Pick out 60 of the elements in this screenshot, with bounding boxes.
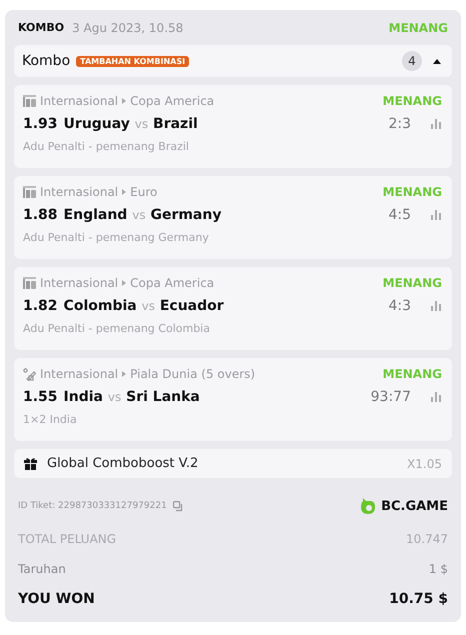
odds: 1.82 — [23, 298, 58, 314]
bet-market: Adu Penalti - pemenang Brazil — [23, 140, 190, 154]
total-value: 10.75 $ — [389, 591, 448, 607]
match-score: 4:3 — [388, 298, 411, 314]
match-teams: Uruguay vs Brazil — [64, 116, 198, 132]
league-name: Copa America — [130, 94, 214, 108]
stats-icon[interactable] — [431, 210, 442, 220]
chevron-icon — [122, 280, 126, 286]
esports-logo-icon — [23, 94, 36, 108]
bc-logo-icon — [361, 498, 376, 514]
bet-type: KOMBO — [18, 21, 64, 34]
match-teams: England vs Germany — [64, 207, 222, 224]
league-path: Internasional — [40, 185, 118, 200]
match-score: 4:5 — [388, 207, 411, 224]
chevron-icon — [122, 371, 126, 378]
cricket-icon — [23, 368, 36, 381]
boost-multiplier: X1.05 — [407, 456, 442, 470]
league-name: Euro — [130, 185, 158, 200]
leg-count: 4 — [402, 51, 422, 72]
total-label: Taruhan — [18, 562, 66, 576]
leg-status: MENANG — [382, 276, 442, 290]
chevron-icon — [122, 189, 126, 196]
bet-date: 3 Agu 2023, 10.58 — [72, 20, 184, 35]
total-label: YOU WON — [18, 591, 95, 607]
gift-icon — [24, 457, 37, 470]
match-score: 2:3 — [388, 116, 411, 132]
stats-icon[interactable] — [431, 119, 442, 130]
total-label: TOTAL PELUANG — [18, 532, 116, 546]
match-score: 93:77 — [370, 389, 411, 406]
odds: 1.93 — [23, 116, 58, 132]
bet-market: 1×2 India — [23, 413, 78, 426]
stats-icon[interactable] — [431, 301, 442, 312]
stats-icon[interactable] — [431, 392, 442, 402]
total-value: 10.747 — [406, 532, 448, 546]
esports-logo-icon — [23, 276, 36, 290]
caret-icon — [432, 58, 442, 64]
bet-market: Adu Penalti - pemenang Germany — [23, 231, 210, 244]
league-name: Copa America — [130, 276, 214, 290]
league-path: Internasional — [40, 276, 118, 290]
ticket-id: ID Tiket: 2298730333127979221 — [18, 501, 167, 511]
brand-name: BC.GAME — [381, 498, 448, 514]
leg-status: MENANG — [382, 94, 442, 108]
total-value: 1 $ — [428, 562, 448, 576]
combo-badge: TAMBAHAN KOMBINASI — [76, 56, 190, 67]
leg-status: MENANG — [382, 185, 442, 200]
boost-name: Global Comboboost V.2 — [47, 456, 198, 471]
league-path: Internasional — [40, 94, 118, 108]
league-name: Piala Dunia (5 overs) — [130, 367, 256, 382]
bet-market: Adu Penalti - pemenang Colombia — [23, 322, 211, 336]
match-teams: Colombia vs Ecuador — [64, 298, 224, 314]
combo-title: Kombo — [22, 53, 70, 70]
bet-status: MENANG — [388, 20, 448, 35]
chevron-icon — [122, 98, 126, 104]
odds: 1.88 — [23, 207, 58, 224]
esports-logo-icon — [23, 186, 36, 199]
leg-status: MENANG — [382, 367, 442, 382]
match-teams: India vs Sri Lanka — [64, 389, 200, 406]
copy-icon[interactable] — [172, 500, 184, 512]
odds: 1.55 — [23, 389, 58, 406]
league-path: Internasional — [40, 367, 118, 382]
